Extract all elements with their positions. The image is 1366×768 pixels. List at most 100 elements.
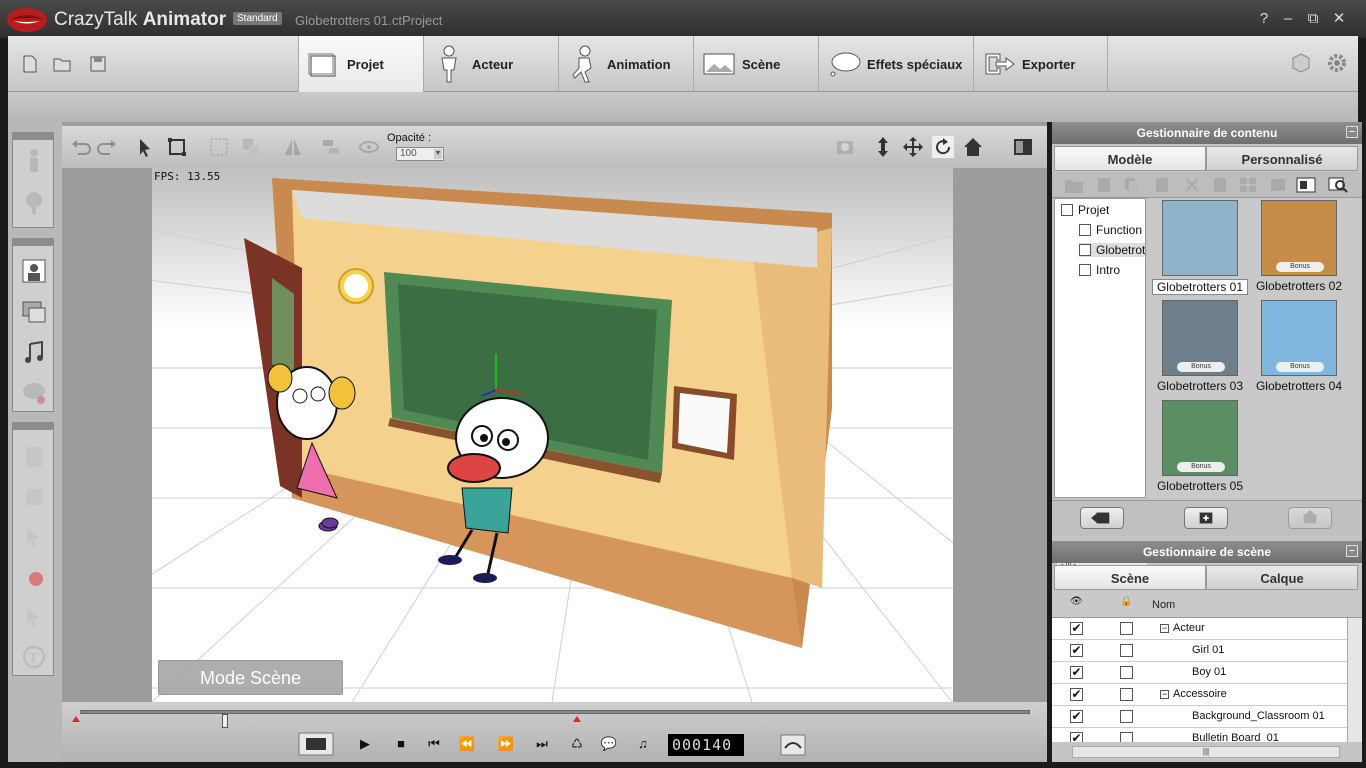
tree-item-function[interactable]: Function bbox=[1079, 223, 1142, 237]
thumbnail-item[interactable]: Bonus Globetrotters 02 bbox=[1251, 200, 1347, 293]
scene-row[interactable]: ✔ − Acteur bbox=[1052, 618, 1347, 640]
new-file-icon[interactable] bbox=[20, 54, 40, 74]
paste-icon[interactable] bbox=[1152, 176, 1172, 194]
help-button[interactable]: ? bbox=[1255, 10, 1273, 28]
add-icon[interactable] bbox=[1184, 507, 1228, 529]
play-icon[interactable]: ▶ bbox=[355, 734, 375, 754]
align-icon[interactable] bbox=[320, 136, 342, 158]
thumbnail-item[interactable]: Bonus Globetrotters 03 bbox=[1152, 300, 1248, 393]
pointer-tool-icon[interactable] bbox=[21, 604, 47, 630]
tab-animation[interactable]: Animation bbox=[558, 36, 693, 92]
tab-scene[interactable]: Scène bbox=[693, 36, 818, 92]
content-store-icon[interactable] bbox=[1290, 52, 1312, 74]
delete-icon[interactable] bbox=[1182, 176, 1202, 194]
speech-tool-icon[interactable] bbox=[21, 380, 47, 406]
scene-row[interactable]: ✔ Girl 01 bbox=[1052, 640, 1347, 662]
tab-personnalise[interactable]: Personnalisé bbox=[1206, 146, 1358, 171]
scene-mode-button[interactable]: Mode Scène bbox=[158, 660, 343, 695]
lock-checkbox[interactable] bbox=[1120, 710, 1133, 723]
music-note-icon[interactable]: ♫ bbox=[633, 734, 653, 754]
new-folder-icon[interactable] bbox=[1064, 176, 1084, 194]
scene-row[interactable]: ✔ Boy 01 bbox=[1052, 662, 1347, 684]
loop-icon[interactable]: ♺ bbox=[567, 734, 587, 754]
visible-checkbox[interactable]: ✔ bbox=[1070, 688, 1083, 701]
restore-button[interactable]: ⧉ bbox=[1304, 10, 1322, 28]
record-tool-icon[interactable] bbox=[21, 564, 47, 590]
flip-icon[interactable] bbox=[282, 136, 304, 158]
tree-item-globetrotters[interactable]: Globetrot bbox=[1079, 243, 1145, 257]
copy-icon[interactable] bbox=[1122, 176, 1142, 194]
collapse-icon[interactable]: – bbox=[1346, 545, 1358, 557]
frame-counter[interactable]: 000140 bbox=[668, 734, 744, 756]
rotate-icon[interactable] bbox=[932, 136, 954, 158]
replace-icon[interactable] bbox=[1080, 507, 1124, 529]
tab-exporter[interactable]: Exporter bbox=[973, 36, 1108, 92]
collapse-icon[interactable]: – bbox=[1346, 126, 1358, 138]
transform-box-icon[interactable] bbox=[166, 136, 188, 158]
tab-scene-list[interactable]: Scène bbox=[1054, 565, 1206, 590]
visible-checkbox[interactable]: ✔ bbox=[1070, 644, 1083, 657]
rewind-icon[interactable]: ⏪ bbox=[457, 734, 477, 754]
tab-projet[interactable]: Projet bbox=[298, 36, 423, 92]
slider-thumb[interactable] bbox=[222, 714, 228, 728]
tab-calque[interactable]: Calque bbox=[1206, 565, 1358, 590]
prop-tool-icon[interactable] bbox=[21, 190, 47, 216]
open-folder-icon[interactable] bbox=[52, 54, 72, 74]
music-tool-icon[interactable] bbox=[21, 340, 47, 366]
grid-icon[interactable] bbox=[1238, 176, 1258, 194]
undo-icon[interactable] bbox=[70, 136, 92, 158]
home-icon[interactable] bbox=[962, 136, 984, 158]
select-arrow-icon[interactable] bbox=[134, 136, 156, 158]
ungroup-icon[interactable] bbox=[240, 136, 262, 158]
visible-checkbox[interactable]: ✔ bbox=[1070, 622, 1083, 635]
lock-checkbox[interactable] bbox=[1120, 622, 1133, 635]
script-tool-icon[interactable] bbox=[21, 444, 47, 470]
start-marker[interactable] bbox=[72, 716, 80, 722]
thumbnail-item[interactable]: Bonus Globetrotters 04 bbox=[1251, 300, 1347, 393]
opacity-select[interactable]: 100 ▼ bbox=[396, 147, 444, 161]
visible-checkbox[interactable]: ✔ bbox=[1070, 732, 1083, 742]
properties-icon[interactable] bbox=[1210, 176, 1230, 194]
actor-tool-icon[interactable] bbox=[21, 148, 47, 174]
panel-toggle-icon[interactable] bbox=[1012, 136, 1034, 158]
film-strip-icon[interactable] bbox=[298, 732, 334, 756]
timeline-slider[interactable] bbox=[80, 710, 1030, 728]
tab-modele[interactable]: Modèle bbox=[1054, 146, 1206, 171]
fast-forward-icon[interactable]: ⏩ bbox=[496, 734, 516, 754]
thumbnail-item[interactable]: Globetrotters 01 bbox=[1152, 200, 1248, 295]
collapse-tree-icon[interactable]: − bbox=[1160, 624, 1169, 633]
search-icon[interactable] bbox=[1328, 176, 1348, 194]
move-vertical-icon[interactable] bbox=[872, 136, 894, 158]
camera-icon[interactable] bbox=[834, 136, 856, 158]
visibility-eye-icon[interactable] bbox=[358, 136, 380, 158]
group-icon[interactable] bbox=[208, 136, 230, 158]
transform-tool-icon[interactable] bbox=[21, 484, 47, 510]
scene-row[interactable]: ✔ Bulletin Board_01 bbox=[1052, 728, 1347, 742]
scene-row[interactable]: ✔ − Accessoire bbox=[1052, 684, 1347, 706]
close-button[interactable]: ✕ bbox=[1330, 10, 1348, 28]
timeline-editor-icon[interactable] bbox=[780, 734, 806, 756]
tab-acteur[interactable]: Acteur bbox=[423, 36, 558, 92]
thumbnail-view-icon[interactable] bbox=[1296, 176, 1316, 194]
end-marker[interactable] bbox=[573, 716, 581, 722]
lock-checkbox[interactable] bbox=[1120, 688, 1133, 701]
last-frame-icon[interactable]: ⏭ bbox=[532, 734, 552, 754]
tree-item-intro[interactable]: Intro bbox=[1079, 263, 1120, 277]
cut-icon[interactable] bbox=[1094, 176, 1114, 194]
settings-gear-icon[interactable] bbox=[1326, 52, 1348, 74]
lock-checkbox[interactable] bbox=[1120, 666, 1133, 679]
tree-item-projet[interactable]: Projet bbox=[1061, 203, 1109, 217]
scene-row[interactable]: ✔ Background_Classroom 01 bbox=[1052, 706, 1347, 728]
upload-icon[interactable] bbox=[1288, 507, 1332, 529]
tab-effets-speciaux[interactable]: Effets spéciaux bbox=[818, 36, 973, 92]
first-frame-icon[interactable]: ⏮ bbox=[424, 734, 444, 754]
video-tool-icon[interactable] bbox=[21, 298, 47, 324]
redo-icon[interactable] bbox=[96, 136, 118, 158]
lock-checkbox[interactable] bbox=[1120, 644, 1133, 657]
scene-horizontal-scrollbar[interactable]: ||| bbox=[1072, 746, 1340, 758]
visible-checkbox[interactable]: ✔ bbox=[1070, 710, 1083, 723]
save-icon[interactable] bbox=[88, 54, 108, 74]
scene-canvas[interactable]: FPS: 13.55 Mode Scène bbox=[152, 168, 953, 702]
visible-checkbox[interactable]: ✔ bbox=[1070, 666, 1083, 679]
lock-checkbox[interactable] bbox=[1120, 732, 1133, 742]
